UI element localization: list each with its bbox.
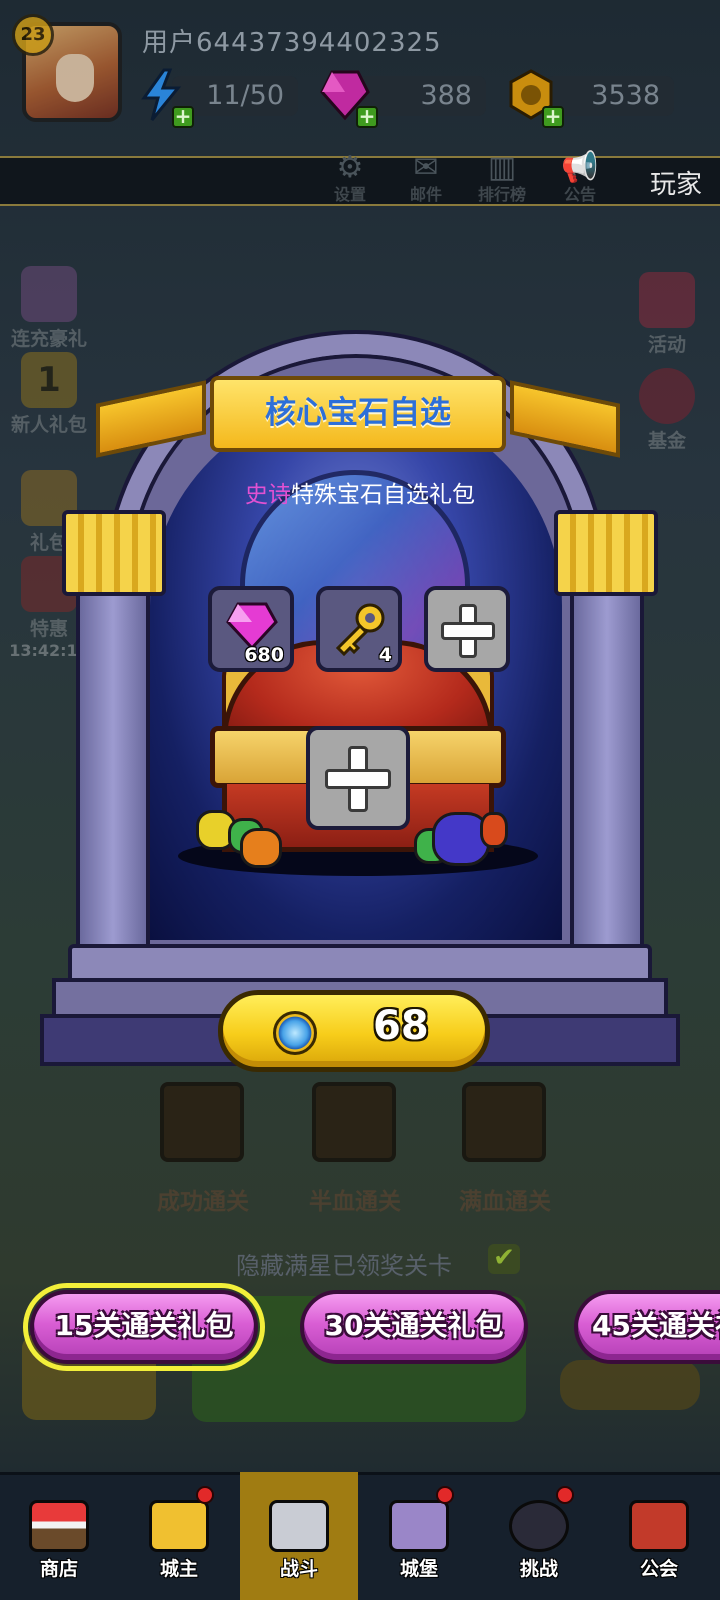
reward-chest-half-hp[interactable] xyxy=(312,1082,396,1162)
settings-icon: ⚙ 设置 xyxy=(333,150,366,204)
gift-pack-30-button[interactable]: 30关通关礼包 xyxy=(300,1290,528,1364)
nav-challenge[interactable]: 挑战 xyxy=(480,1472,598,1600)
pack-name-label: 特殊宝石自选礼包 xyxy=(291,482,475,508)
reward-slot-empty[interactable] xyxy=(424,586,510,672)
shop-icon xyxy=(29,1500,89,1552)
reward-label-success: 成功通关 xyxy=(157,1189,249,1215)
hide-claimed-stages-label: 隐藏满星已领奖关卡 xyxy=(236,1252,452,1280)
notification-dot xyxy=(436,1486,454,1504)
price-value: 68 xyxy=(373,1003,429,1049)
gem-quantity: 680 xyxy=(244,644,284,666)
nav-battle-label: 战斗 xyxy=(279,1558,318,1580)
leaderboard-icon: ▥ 排行榜 xyxy=(477,150,526,204)
fund-menu[interactable]: 基金 xyxy=(622,368,712,453)
left-pillar-capital xyxy=(62,510,166,596)
purchase-button[interactable]: 68 xyxy=(218,990,490,1072)
coin-icon[interactable]: + xyxy=(504,68,564,128)
castle-icon xyxy=(389,1500,449,1552)
notification-dot xyxy=(556,1486,574,1504)
nav-castle-label: 城堡 xyxy=(399,1558,438,1580)
gift-pack-15-button[interactable]: 15关通关礼包 xyxy=(23,1283,265,1371)
core-gem-select-slot[interactable] xyxy=(306,726,410,830)
reward-label-full-hp: 满血通关 xyxy=(459,1189,551,1215)
mail-icon: ✉ 邮件 xyxy=(409,150,442,204)
popup-title-banner: 核心宝石自选 xyxy=(210,376,506,452)
nav-lord[interactable]: 城主 xyxy=(120,1472,238,1600)
activity-star-icon xyxy=(639,272,695,328)
crown-icon xyxy=(149,1500,209,1552)
activity-menu[interactable]: 活动 xyxy=(622,272,712,357)
gift-pack-45-button[interactable]: 45关通关礼包 xyxy=(574,1290,720,1364)
diamond-coin-icon xyxy=(273,1011,317,1055)
key-quantity: 4 xyxy=(378,644,392,666)
gold-pile-icon xyxy=(560,1360,700,1410)
announcement-icon: 📢 公告 xyxy=(561,150,599,204)
energy-icon[interactable]: + xyxy=(134,68,194,128)
crossed-swords-icon xyxy=(269,1500,329,1552)
gem-icon[interactable]: + xyxy=(318,68,378,128)
popup-subtitle: 史诗特殊宝石自选礼包 xyxy=(0,475,720,509)
rarity-epic-label: 史诗 xyxy=(245,482,291,508)
reward-chest-success[interactable] xyxy=(160,1082,244,1162)
plus-icon-bar xyxy=(325,769,391,789)
right-pillar xyxy=(570,580,644,950)
reward-label-half-hp: 半血通关 xyxy=(309,1189,401,1215)
username: 用户64437394402325 xyxy=(142,28,442,58)
nav-shop-label: 商店 xyxy=(39,1558,78,1580)
gift-star-icon xyxy=(21,266,77,322)
nav-challenge-label: 挑战 xyxy=(519,1558,558,1580)
nav-lord-label: 城主 xyxy=(159,1558,198,1580)
guild-banner-icon xyxy=(629,1500,689,1552)
nav-guild-label: 公会 xyxy=(639,1558,678,1580)
right-pillar-capital xyxy=(554,510,658,596)
money-bag-icon xyxy=(639,368,695,424)
nav-castle[interactable]: 城堡 xyxy=(360,1472,478,1600)
badge-one-icon: 1 xyxy=(21,352,77,408)
notification-dot xyxy=(196,1486,214,1504)
red-gem-icon xyxy=(480,812,508,848)
reward-slot-gem[interactable]: 680 xyxy=(208,586,294,672)
nav-shop[interactable]: 商店 xyxy=(0,1472,118,1600)
newbie-pack-menu[interactable]: 1 新人礼包 xyxy=(4,352,94,437)
bomb-icon xyxy=(509,1500,569,1552)
plus-icon-bar xyxy=(441,622,495,640)
reward-chest-full-hp[interactable] xyxy=(462,1082,546,1162)
reward-slot-key[interactable]: 4 xyxy=(316,586,402,672)
left-pillar xyxy=(76,580,150,950)
level-badge: 23 xyxy=(12,14,54,56)
coin-counter: 3538 xyxy=(546,76,674,116)
nav-guild[interactable]: 公会 xyxy=(600,1472,718,1600)
orange-gem-icon xyxy=(240,828,282,868)
nav-battle[interactable]: 战斗 xyxy=(240,1472,358,1600)
recharge-gift-menu[interactable]: 连充豪礼 xyxy=(4,266,94,351)
hide-claimed-checkbox[interactable]: ✔ xyxy=(488,1244,520,1274)
player-strip-label: 玩家 xyxy=(649,170,702,200)
